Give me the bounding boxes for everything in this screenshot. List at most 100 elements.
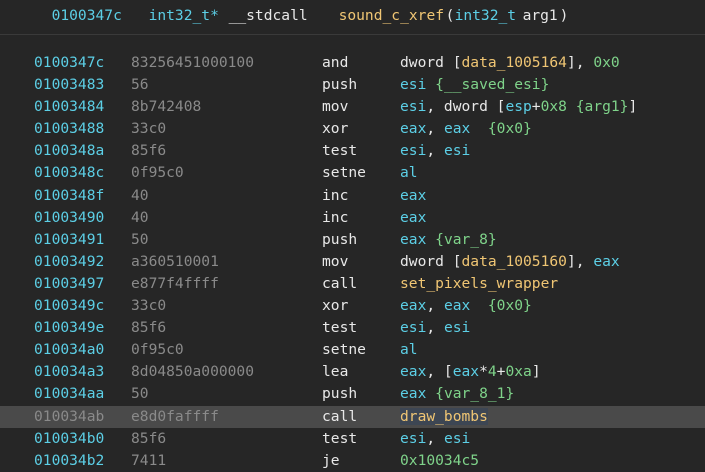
operand-register[interactable]: eax xyxy=(400,187,426,204)
operand-register[interactable]: eax xyxy=(400,385,426,402)
operand-register[interactable]: eax xyxy=(444,297,470,314)
operand-register[interactable]: eax xyxy=(400,209,426,226)
instruction-mnemonic[interactable]: test xyxy=(322,317,357,339)
instruction-mnemonic[interactable]: xor xyxy=(322,118,348,140)
instruction-operands[interactable]: esi {__saved_esi} xyxy=(400,74,549,96)
instruction-address[interactable]: 010034b2 xyxy=(34,450,104,472)
instruction-address[interactable]: 01003497 xyxy=(34,273,104,295)
instruction-operands[interactable]: 0x10034c5 xyxy=(400,450,479,472)
operand-register[interactable]: esi xyxy=(444,319,470,336)
instruction-address[interactable]: 01003484 xyxy=(34,96,104,118)
operand-register[interactable]: esi xyxy=(400,142,426,159)
instruction-address[interactable]: 01003483 xyxy=(34,74,104,96)
operand-immediate[interactable]: 0x8 xyxy=(541,98,567,115)
operand-immediate[interactable]: 0x10034c5 xyxy=(400,452,479,469)
instruction-mnemonic[interactable]: xor xyxy=(322,295,348,317)
instruction-operands[interactable]: dword [data_1005164], 0x0 xyxy=(400,52,620,74)
instruction-row[interactable]: 0100347c 83256451000100 and dword [data_100… xyxy=(0,52,705,74)
function-calling-convention[interactable]: __stdcall xyxy=(229,7,308,24)
instruction-row[interactable]: 010034a3 8d04850a000000 lea eax, [eax*4+0xa… xyxy=(0,361,705,383)
operand-immediate[interactable]: 0x0 xyxy=(593,54,619,71)
instruction-address[interactable]: 010034ab xyxy=(34,406,104,428)
disassembly-listing[interactable]: 0100347c 83256451000100 and dword [data_100… xyxy=(0,52,705,472)
instruction-operands[interactable]: eax, eax {0x0} xyxy=(400,295,532,317)
instruction-mnemonic[interactable]: setne xyxy=(322,339,366,361)
instruction-row[interactable]: 010034b0 85f6 test esi, esi xyxy=(0,428,705,450)
operand-register[interactable]: eax xyxy=(400,231,426,248)
instruction-operands[interactable]: eax xyxy=(400,185,426,207)
function-return-type[interactable]: int32_t* xyxy=(149,7,219,24)
instruction-address[interactable]: 0100349e xyxy=(34,317,104,339)
instruction-address[interactable]: 01003488 xyxy=(34,118,104,140)
instruction-row[interactable]: 01003492 a360510001 mov dword [data_1005160… xyxy=(0,251,705,273)
instruction-operands[interactable]: esi, dword [esp+0x8 {arg1}] xyxy=(400,96,637,118)
instruction-mnemonic[interactable]: lea xyxy=(322,361,348,383)
operand-register[interactable]: esi xyxy=(400,76,426,93)
operand-register[interactable]: esi xyxy=(444,142,470,159)
instruction-row[interactable]: 01003483 56 push esi {__saved_esi} xyxy=(0,74,705,96)
instruction-mnemonic[interactable]: inc xyxy=(322,185,348,207)
instruction-mnemonic[interactable]: push xyxy=(322,229,357,251)
instruction-address[interactable]: 010034a0 xyxy=(34,339,104,361)
instruction-operands[interactable]: esi, esi xyxy=(400,428,470,450)
operand-register[interactable]: al xyxy=(400,341,418,358)
instruction-mnemonic[interactable]: inc xyxy=(322,207,348,229)
operand-register[interactable]: eax xyxy=(453,363,479,380)
instruction-row[interactable]: 0100349e 85f6 test esi, esi xyxy=(0,317,705,339)
operand-register[interactable]: eax xyxy=(400,120,426,137)
instruction-row[interactable]: 01003488 33c0 xor eax, eax {0x0} xyxy=(0,118,705,140)
operand-symbol[interactable]: data_1005160 xyxy=(462,253,567,270)
instruction-operands[interactable]: eax {var_8} xyxy=(400,229,497,251)
instruction-operands[interactable]: set_pixels_wrapper xyxy=(400,273,558,295)
instruction-row[interactable]: 010034aa 50 push eax {var_8_1} xyxy=(0,383,705,405)
function-signature-header[interactable]: 0100347c int32_t* __stdcall sound_c_xref… xyxy=(0,4,705,32)
instruction-mnemonic[interactable]: je xyxy=(322,450,340,472)
instruction-mnemonic[interactable]: setne xyxy=(322,162,366,184)
instruction-mnemonic[interactable]: test xyxy=(322,428,357,450)
instruction-address[interactable]: 010034b0 xyxy=(34,428,104,450)
instruction-row[interactable]: 0100348f 40 inc eax xyxy=(0,185,705,207)
instruction-address[interactable]: 01003491 xyxy=(34,229,104,251)
instruction-row[interactable]: 01003490 40 inc eax xyxy=(0,207,705,229)
instruction-row[interactable]: 01003497 e877f4ffff call set_pixels_wrapper xyxy=(0,273,705,295)
instruction-operands[interactable]: esi, esi xyxy=(400,140,470,162)
instruction-address[interactable]: 0100348a xyxy=(34,140,104,162)
instruction-operands[interactable]: esi, esi xyxy=(400,317,470,339)
operand-register[interactable]: eax xyxy=(400,297,426,314)
instruction-operands[interactable]: draw_bombs xyxy=(400,406,488,428)
instruction-operands[interactable]: dword [data_1005160], eax xyxy=(400,251,620,273)
instruction-address[interactable]: 0100348c xyxy=(34,162,104,184)
operand-symbol[interactable]: data_1005164 xyxy=(462,54,567,71)
operand-register[interactable]: eax xyxy=(444,120,470,137)
instruction-row[interactable]: 010034b2 7411 je 0x10034c5 xyxy=(0,450,705,472)
instruction-row[interactable]: 010034ab e8d0faffff call draw_bombs xyxy=(0,405,705,428)
instruction-address[interactable]: 0100349c xyxy=(34,295,104,317)
instruction-mnemonic[interactable]: call xyxy=(322,273,357,295)
operand-symbol[interactable]: draw_bombs xyxy=(400,407,488,425)
instruction-address[interactable]: 010034a3 xyxy=(34,361,104,383)
instruction-row[interactable]: 0100348c 0f95c0 setne al xyxy=(0,162,705,184)
instruction-operands[interactable]: al xyxy=(400,339,418,361)
operand-register[interactable]: esi xyxy=(400,98,426,115)
instruction-mnemonic[interactable]: push xyxy=(322,383,357,405)
operand-immediate[interactable]: 4 xyxy=(488,363,497,380)
operand-immediate[interactable]: 0xa xyxy=(505,363,531,380)
instruction-operands[interactable]: eax, eax {0x0} xyxy=(400,118,532,140)
instruction-mnemonic[interactable]: call xyxy=(322,406,357,428)
instruction-operands[interactable]: eax {var_8_1} xyxy=(400,383,514,405)
operand-register[interactable]: esp xyxy=(505,98,531,115)
instruction-row[interactable]: 01003484 8b742408 mov esi, dword [esp+0x8 {… xyxy=(0,96,705,118)
instruction-mnemonic[interactable]: test xyxy=(322,140,357,162)
instruction-address[interactable]: 01003490 xyxy=(34,207,104,229)
instruction-mnemonic[interactable]: push xyxy=(322,74,357,96)
param-type[interactable]: int32_t xyxy=(455,7,517,24)
instruction-row[interactable]: 01003491 50 push eax {var_8} xyxy=(0,229,705,251)
operand-register[interactable]: esi xyxy=(400,430,426,447)
instruction-operands[interactable]: eax xyxy=(400,207,426,229)
function-name[interactable]: sound_c_xref xyxy=(339,7,444,24)
operand-register[interactable]: al xyxy=(400,164,418,181)
instruction-row[interactable]: 0100348a 85f6 test esi, esi xyxy=(0,140,705,162)
instruction-address[interactable]: 0100348f xyxy=(34,185,104,207)
function-address[interactable]: 0100347c xyxy=(52,7,122,24)
instruction-mnemonic[interactable]: mov xyxy=(322,96,348,118)
